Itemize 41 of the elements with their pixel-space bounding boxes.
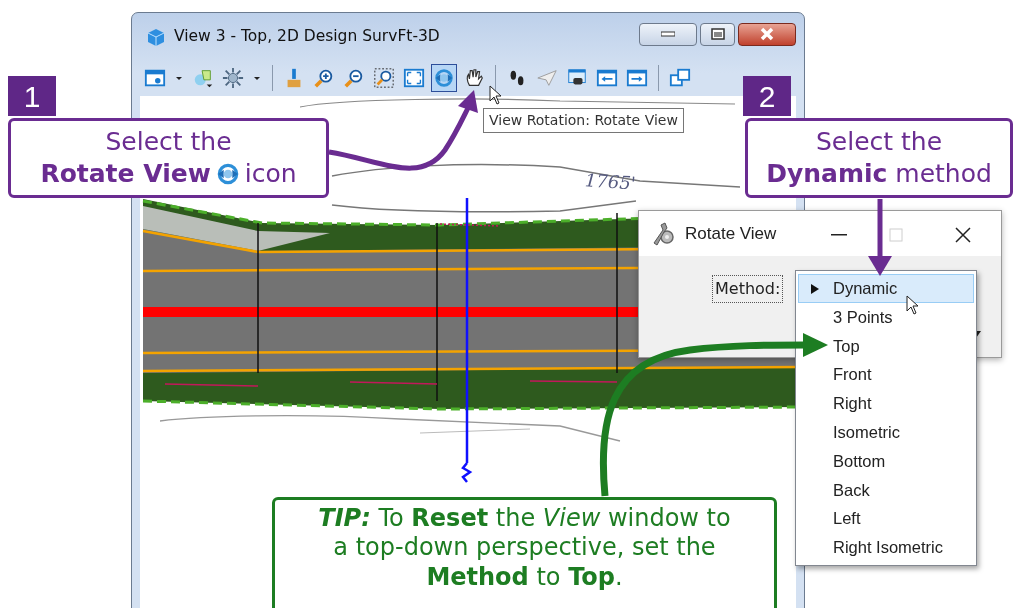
maximize-icon [710,28,725,40]
close-icon [955,227,971,244]
dropdown-option[interactable]: Dynamic [798,274,974,303]
window-title: View 3 - Top, 2D Design SurvFt-3D [174,26,440,48]
cube-icon [146,27,166,47]
callout-text: Select the [105,125,232,158]
sun-icon [222,66,244,89]
triangle-icon [811,284,819,294]
field-label: Method: [712,275,784,303]
close-button[interactable] [738,22,796,46]
maximize-button[interactable] [700,22,735,46]
callout-text: Rotate View [40,158,211,190]
minimize-icon [661,31,675,37]
callout-text: Select the [815,125,943,158]
step-number-badge: 2 [743,76,791,116]
tooltip: View Rotation: Rotate View [483,108,684,133]
dropdown-option[interactable]: Top [798,331,974,361]
wrench-gear-icon [651,221,677,246]
zoom-area-icon [373,66,395,89]
step-number-badge: 1 [8,76,56,116]
tip-text: TIP: To Reset the View window to a top-down perspective, set the Method to Top. [317,504,732,592]
dropdown-option[interactable]: Right Isometric [798,533,974,562]
dropdown-option[interactable]: Right [798,389,974,418]
callout-text: icon [244,158,297,190]
dropdown-option[interactable]: Front [798,360,974,390]
minimize-button[interactable] [639,22,697,46]
callout-text: Dynamic method [766,158,992,190]
dropdown-option[interactable]: Isometric [798,418,974,447]
fit-view-icon [403,66,425,89]
dialog-title: Rotate View [685,222,777,245]
dropdown-option[interactable]: 3 Points [798,302,974,332]
dropdown-option[interactable]: Left [798,504,974,534]
copy-view-icon [669,66,691,89]
cursor-icon [906,295,919,315]
elevation-label: 1765' [584,168,637,196]
close-icon [759,27,775,41]
maximize-icon [889,228,903,243]
dropdown-option[interactable]: Back [798,475,974,505]
dropdown-option[interactable]: Bottom [798,446,974,476]
toolbar-button[interactable] [431,63,457,92]
rotate-view-icon [433,66,455,89]
